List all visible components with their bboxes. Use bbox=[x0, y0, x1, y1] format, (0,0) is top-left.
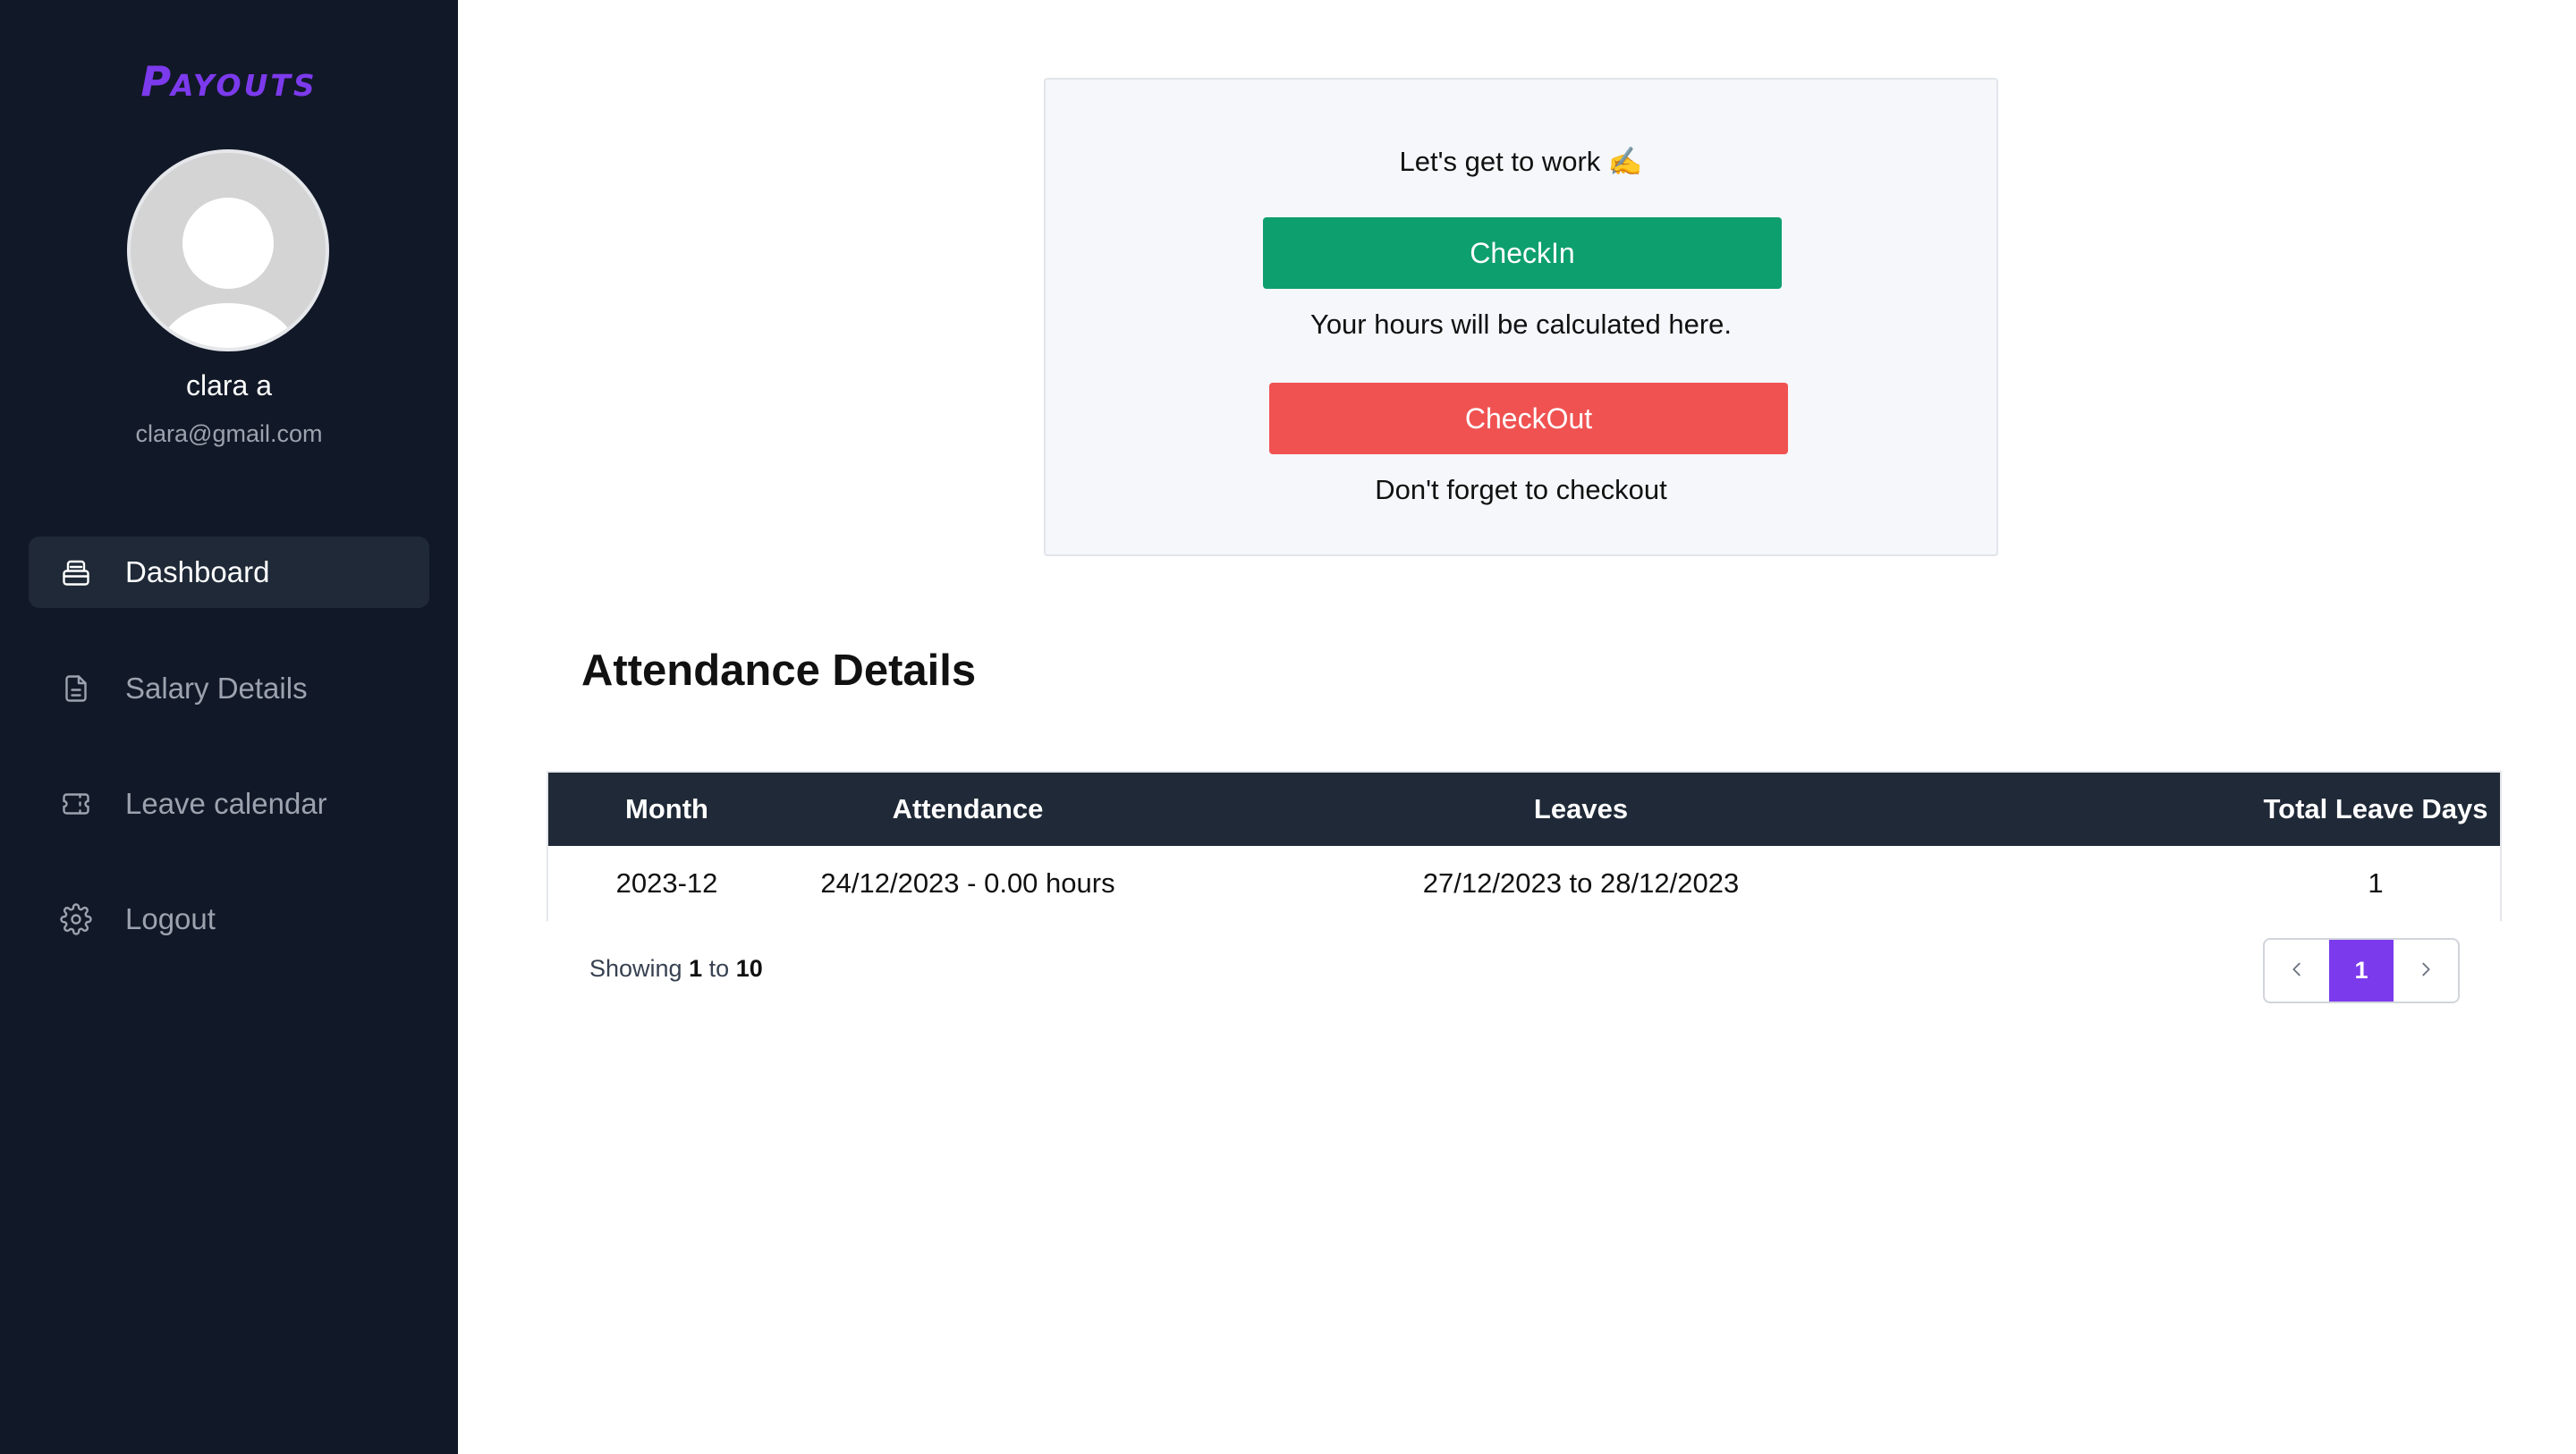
table-row: 2023-12 24/12/2023 - 0.00 hours 27/12/20… bbox=[548, 846, 2500, 921]
cell-total-leave-days: 1 bbox=[2368, 867, 2384, 899]
chevron-left-icon bbox=[2287, 957, 2307, 985]
pagination: 1 bbox=[2263, 938, 2460, 1003]
sidebar-item-logout[interactable]: Logout bbox=[29, 883, 429, 955]
sidebar: PAYOUTS clara a clara@gmail.com Dashboar… bbox=[0, 0, 458, 1454]
document-icon bbox=[59, 672, 93, 706]
payouts-logo[interactable]: PAYOUTS bbox=[0, 57, 458, 106]
ticket-icon bbox=[59, 787, 93, 821]
sidebar-item-salary-details[interactable]: Salary Details bbox=[29, 653, 429, 724]
inbox-icon bbox=[59, 555, 93, 589]
table-header: Month Attendance Leaves Total Leave Days bbox=[548, 773, 2500, 846]
column-header-leaves: Leaves bbox=[1533, 793, 1629, 824]
checkout-button[interactable]: CheckOut bbox=[1269, 383, 1788, 454]
next-page-button[interactable] bbox=[2394, 940, 2458, 1002]
sidebar-item-label: Logout bbox=[125, 902, 216, 935]
avatar bbox=[127, 149, 329, 351]
sidebar-item-label: Leave calendar bbox=[125, 787, 327, 820]
previous-page-button[interactable] bbox=[2265, 940, 2329, 1002]
cell-month: 2023-12 bbox=[615, 867, 718, 899]
avatar-head-shape bbox=[182, 198, 274, 289]
user-email: clara@gmail.com bbox=[135, 420, 323, 447]
sidebar-item-label: Dashboard bbox=[125, 555, 270, 588]
sidebar-item-dashboard[interactable]: Dashboard bbox=[29, 537, 429, 608]
cell-leaves: 27/12/2023 to 28/12/2023 bbox=[1422, 867, 1740, 899]
cell-attendance: 24/12/2023 - 0.00 hours bbox=[820, 867, 1115, 899]
sidebar-item-leave-calendar[interactable]: Leave calendar bbox=[29, 768, 429, 840]
checkout-reminder: Don't forget to checkout bbox=[1375, 474, 1667, 505]
gear-icon bbox=[59, 902, 93, 936]
column-header-attendance: Attendance bbox=[892, 793, 1044, 824]
user-name: clara a bbox=[185, 369, 273, 402]
sidebar-item-label: Salary Details bbox=[125, 672, 308, 705]
greeting-text: Let's get to work ✍️ bbox=[1399, 146, 1643, 177]
chevron-right-icon bbox=[2416, 957, 2436, 985]
page-button-current[interactable]: 1 bbox=[2329, 940, 2394, 1002]
check-in-card: Let's get to work ✍️ CheckIn Your hours … bbox=[1044, 78, 1998, 556]
hours-note: Your hours will be calculated here. bbox=[1309, 309, 1733, 340]
pagination-summary: Showing 1 to 10 bbox=[589, 955, 763, 982]
attendance-table: Month Attendance Leaves Total Leave Days… bbox=[547, 771, 2502, 921]
checkin-button[interactable]: CheckIn bbox=[1263, 217, 1782, 289]
attendance-title: Attendance Details bbox=[581, 647, 977, 695]
column-header-total-leave-days: Total Leave Days bbox=[2263, 793, 2488, 824]
column-header-month: Month bbox=[625, 793, 708, 824]
avatar-body-shape bbox=[159, 303, 297, 348]
